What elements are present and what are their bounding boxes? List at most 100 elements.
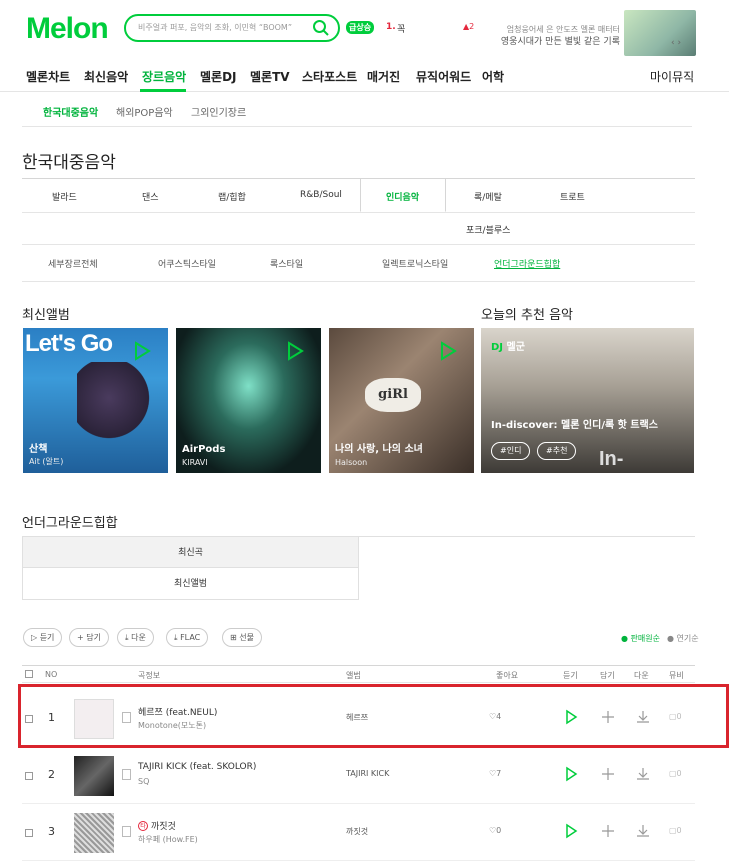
nav-item-magazine[interactable]: 매거진 xyxy=(367,68,400,85)
album-artist[interactable]: Halsoon xyxy=(335,458,367,467)
song-artist[interactable]: SQ xyxy=(138,777,149,786)
download-button[interactable]: ⤓ 다운 xyxy=(117,628,154,647)
subnav-korean[interactable]: 한국대중음악 xyxy=(43,104,98,119)
mv-button[interactable]: ▢0 xyxy=(669,769,682,778)
subnav-pop[interactable]: 해외POP음악 xyxy=(116,104,173,119)
subgenre-underground-hiphop[interactable]: 언더그라운드힙합 xyxy=(494,257,560,270)
genre-tab-trot[interactable]: 트로트 xyxy=(560,190,585,203)
search-input[interactable]: 비주얼과 퍼포, 음악의 조화, 이민혁 “BOOM” xyxy=(138,22,292,33)
album-artist[interactable]: KIRAVI xyxy=(182,458,208,467)
select-all-checkbox[interactable] xyxy=(25,670,33,678)
realtime-title[interactable]: 꼭 xyxy=(397,22,405,35)
nav-item-chart[interactable]: 멜론차트 xyxy=(26,68,70,85)
album-card[interactable]: AirPods KIRAVI xyxy=(176,328,321,473)
album-thumbnail[interactable] xyxy=(74,756,114,796)
dj-label: DJ 멜군 xyxy=(491,338,525,353)
underground-tabs: 최신곡 최신앨범 xyxy=(22,536,695,600)
subgenre-rock[interactable]: 록스타일 xyxy=(270,257,303,270)
header-download: 다운 xyxy=(634,671,649,680)
header-add: 담기 xyxy=(600,671,615,680)
subnav-other[interactable]: 그외인기장르 xyxy=(191,104,246,119)
subgenre-acoustic[interactable]: 어쿠스틱스타일 xyxy=(158,257,216,270)
album-title[interactable]: AirPods xyxy=(182,444,225,455)
song-artist[interactable]: 하우페 (How.FE) xyxy=(138,834,198,845)
page-title: 한국대중음악 xyxy=(22,153,116,173)
play-icon[interactable] xyxy=(283,340,305,362)
like-button[interactable]: ♡0 xyxy=(489,826,501,835)
dj-badge: DJ xyxy=(491,342,504,353)
recommend-tag[interactable]: #추천 xyxy=(537,442,577,460)
promo-image[interactable] xyxy=(624,10,696,56)
nav-item-awards[interactable]: 뮤직어워드 xyxy=(416,68,471,85)
genre-tab-hiphop[interactable]: 랩/힙합 xyxy=(218,190,246,203)
promo-line1: 엄청웅어세 은 안도즈 멜론 매터터 xyxy=(506,25,620,34)
search-box[interactable]: 비주얼과 퍼포, 음악의 조화, 이민혁 “BOOM” xyxy=(124,14,340,42)
play-icon[interactable] xyxy=(563,823,579,839)
nav-item-language[interactable]: 어학 xyxy=(482,68,504,85)
add-icon[interactable] xyxy=(600,823,616,839)
dj-name: 멜군 xyxy=(506,342,525,353)
album-card[interactable]: giRl 나의 사랑, 나의 소녀 Halsoon xyxy=(329,328,474,473)
tab-divider xyxy=(359,536,695,537)
mv-button[interactable]: ▢0 xyxy=(669,826,682,835)
album-card[interactable]: Let's Go 산책 Ait (알트) xyxy=(23,328,168,473)
melon-logo[interactable]: Melon xyxy=(26,12,109,46)
album-title[interactable]: 나의 사랑, 나의 소녀 xyxy=(335,440,423,455)
flac-button[interactable]: ⤓ FLAC xyxy=(166,628,209,647)
song-info-icon[interactable] xyxy=(122,769,131,780)
nav-item-starpost[interactable]: 스타포스트 xyxy=(302,68,357,85)
download-icon[interactable] xyxy=(635,766,651,782)
sub-nav: 한국대중음악 해외POP음악 그외인기장르 xyxy=(22,92,692,127)
subgenre-electronic[interactable]: 일렉트로닉스타일 xyxy=(382,257,448,270)
nav-item-dj[interactable]: 멜론DJ xyxy=(200,68,237,85)
album-artist[interactable]: Ait (알트) xyxy=(29,456,63,467)
header-album: 앨범 xyxy=(346,671,361,680)
promo-nav-arrows[interactable]: ‹ › xyxy=(671,38,681,48)
subgenre-all[interactable]: 세부장르전체 xyxy=(48,257,98,270)
song-album[interactable]: TAJIRI KICK xyxy=(346,769,389,778)
genre-tab-indie[interactable]: 인디음악 xyxy=(386,190,419,203)
song-album[interactable]: 까짓것 xyxy=(346,826,368,837)
genre-tab-ballad[interactable]: 발라드 xyxy=(52,190,77,203)
nav-item-mymusic[interactable]: 마이뮤직 xyxy=(650,68,694,85)
genre-tab-rnb[interactable]: R&B/Soul xyxy=(300,190,342,200)
recommend-title[interactable]: In-discover: 멜론 인디/록 핫 트랙스 xyxy=(491,416,658,431)
nav-item-genre[interactable]: 장르음악 xyxy=(142,68,186,85)
play-icon[interactable] xyxy=(436,340,458,362)
add-icon[interactable] xyxy=(600,766,616,782)
genre-divider xyxy=(22,212,695,213)
play-icon[interactable] xyxy=(130,340,152,362)
promo-line2: 영웅시대가 만든 별빛 같은 기록 xyxy=(500,37,620,47)
song-title[interactable]: 까짓것 xyxy=(151,822,176,832)
genre-tab-rock[interactable]: 록/메탈 xyxy=(474,190,502,203)
row-number: 3 xyxy=(48,825,55,838)
row-checkbox[interactable] xyxy=(25,829,33,837)
listen-button[interactable]: ▷ 듣기 xyxy=(23,628,63,647)
album-cover-text: Let's Go xyxy=(25,330,113,357)
nav-item-latest[interactable]: 최신음악 xyxy=(84,68,128,85)
sort-recent[interactable]: ● 연기순 xyxy=(667,633,699,644)
tab-latest-albums[interactable]: 최신앨범 xyxy=(22,568,359,600)
genre-tab-dance[interactable]: 댄스 xyxy=(142,190,159,203)
promo-text[interactable]: 엄청웅어세 은 안도즈 멜론 매터터 영웅시대가 만든 별빛 같은 기록 xyxy=(500,24,620,48)
genre-tab-folk[interactable]: 포크/블루스 xyxy=(466,223,510,236)
row-checkbox[interactable] xyxy=(25,772,33,780)
album-thumbnail[interactable] xyxy=(74,813,114,853)
like-button[interactable]: ♡7 xyxy=(489,769,501,778)
nav-item-tv[interactable]: 멜론TV xyxy=(250,68,290,85)
play-icon[interactable] xyxy=(563,766,579,782)
table-row[interactable]: 2 TAJIRI KICK (feat. SKOLOR) SQ TAJIRI K… xyxy=(22,747,695,804)
download-icon[interactable] xyxy=(635,823,651,839)
add-button[interactable]: + 담기 xyxy=(69,628,109,647)
search-icon[interactable] xyxy=(312,19,330,37)
sort-popular[interactable]: ● 판매원순 xyxy=(621,633,660,644)
song-info-icon[interactable] xyxy=(122,826,131,837)
table-row[interactable]: 3 타 까짓것 하우페 (How.FE) 까짓것 ♡0 ▢0 xyxy=(22,804,695,861)
album-title[interactable]: 산책 xyxy=(29,440,47,455)
recommend-card[interactable]: DJ 멜군 In-discover: 멜론 인디/록 핫 트랙스 #인디 #추천… xyxy=(481,328,694,473)
gift-button[interactable]: ⊞ 선물 xyxy=(222,628,262,647)
recommend-tag[interactable]: #인디 xyxy=(491,442,531,460)
tab-latest-songs[interactable]: 최신곡 xyxy=(22,536,359,568)
song-title-wrap[interactable]: 타 까짓것 xyxy=(138,819,176,832)
song-title[interactable]: TAJIRI KICK (feat. SKOLOR) xyxy=(138,762,256,772)
